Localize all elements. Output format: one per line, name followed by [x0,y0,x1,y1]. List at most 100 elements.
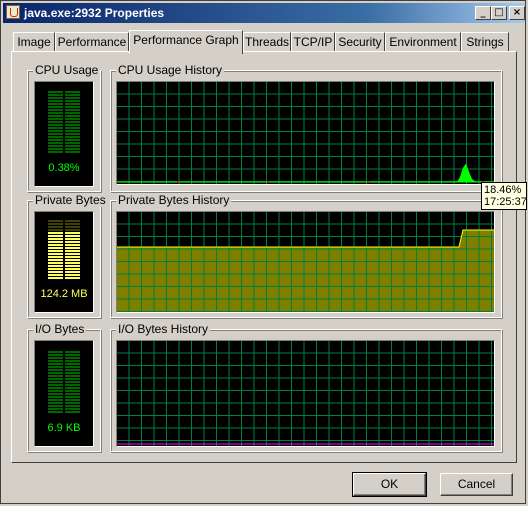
meter-segment [48,235,63,237]
meter-segment [65,274,80,276]
meter-segment [48,253,63,255]
meter-segment [65,351,80,353]
cancel-button[interactable]: Cancel [440,473,513,496]
meter-segment [65,94,80,96]
meter-segment [48,241,63,243]
private-bytes-history-group: Private Bytes History [110,193,502,318]
io-history-label: I/O Bytes History [116,322,211,336]
ok-button[interactable]: OK [352,472,427,497]
meter-segment [48,265,63,267]
meter-segment [65,220,80,222]
meter-segment [48,360,63,362]
properties-window: java.exe:2932 Properties _ □ × Image Per… [0,0,527,504]
meter-segment [48,121,63,123]
performance-graph-panel: CPU Usage 0.38% CPU Usage History Privat… [11,51,517,463]
meter-segment [65,118,80,120]
meter-segment [48,381,63,383]
meter-segment [65,357,80,359]
meter-segment [48,375,63,377]
kernel-time-mark [367,181,369,183]
meter-segment [48,363,63,365]
meter-segment [65,103,80,105]
io-bytes-label: I/O Bytes [33,322,87,336]
graph-tooltip: 18.46% 17:25:37 [481,182,527,210]
cpu-history-graph[interactable] [116,81,495,185]
meter-segment [65,411,80,413]
meter-segment [65,148,80,150]
private-bytes-value: 124.2 MB [40,288,88,300]
meter-segment [65,384,80,386]
meter-segment [65,277,80,279]
kernel-time-mark [267,181,269,183]
meter-segment [65,247,80,249]
private-bytes-history-graph[interactable] [116,211,495,313]
tab-image[interactable]: Image [13,32,55,52]
meter-segment [48,351,63,353]
meter-segment [48,94,63,96]
meter-segment [48,127,63,129]
meter-segment [65,259,80,261]
meter-segment [48,139,63,141]
meter-segment [48,238,63,240]
meter-segment [65,265,80,267]
window-title: java.exe:2932 Properties [24,6,165,20]
meter-segment [48,390,63,392]
tab-tcpip[interactable]: TCP/IP [291,32,335,52]
meter-segment [65,151,80,153]
meter-segment [65,112,80,114]
meter-segment [48,148,63,150]
meter-segment [65,402,80,404]
meter-segment [48,387,63,389]
meter-segment [48,151,63,153]
meter-segment [48,411,63,413]
close-button[interactable]: × [509,6,525,20]
meter-segment [48,268,63,270]
meter-segment [65,360,80,362]
meter-segment [65,378,80,380]
tab-strings[interactable]: Strings [461,32,509,52]
io-history-plot [117,341,494,446]
meter-segment [65,226,80,228]
private-bytes-history-label: Private Bytes History [116,193,232,207]
tab-performance-graph[interactable]: Performance Graph [129,30,243,54]
java-icon [6,5,20,19]
private-bytes-history-plot [117,212,494,312]
cpu-usage-spike [457,163,475,182]
meter-segment [65,145,80,147]
meter-segment [48,259,63,261]
meter-segment [48,274,63,276]
meter-segment [48,250,63,252]
tab-environment[interactable]: Environment [385,32,461,52]
maximize-button[interactable]: □ [491,6,507,20]
meter-segment [48,136,63,138]
meter-segment [48,366,63,368]
tab-performance[interactable]: Performance [55,32,129,52]
minimize-button[interactable]: _ [475,6,491,20]
tooltip-time: 17:25:37 [484,196,527,208]
meter-segment [48,232,63,234]
cpu-history-plot [117,82,494,184]
meter-segment [65,109,80,111]
io-bytes-group: I/O Bytes 6.9 KB [27,322,101,452]
meter-segment [48,399,63,401]
meter-segment [48,393,63,395]
tab-strip: Image Performance Performance Graph Thre… [11,30,517,54]
meter-segment [48,369,63,371]
tooltip-percent: 18.46% [484,184,522,196]
tab-security[interactable]: Security [335,32,385,52]
meter-segment [65,363,80,365]
title-bar[interactable]: java.exe:2932 Properties _ □ × [3,3,525,23]
meter-segment [48,357,63,359]
io-history-graph[interactable] [116,340,495,447]
tab-threads[interactable]: Threads [243,32,291,52]
meter-segment [65,136,80,138]
private-bytes-area [117,230,494,312]
meter-segment [48,91,63,93]
meter-segment [48,100,63,102]
meter-segment [48,106,63,108]
meter-segment [65,115,80,117]
meter-segment [65,142,80,144]
meter-segment [65,253,80,255]
meter-segment [48,97,63,99]
cpu-usage-label: CPU Usage [33,63,101,77]
